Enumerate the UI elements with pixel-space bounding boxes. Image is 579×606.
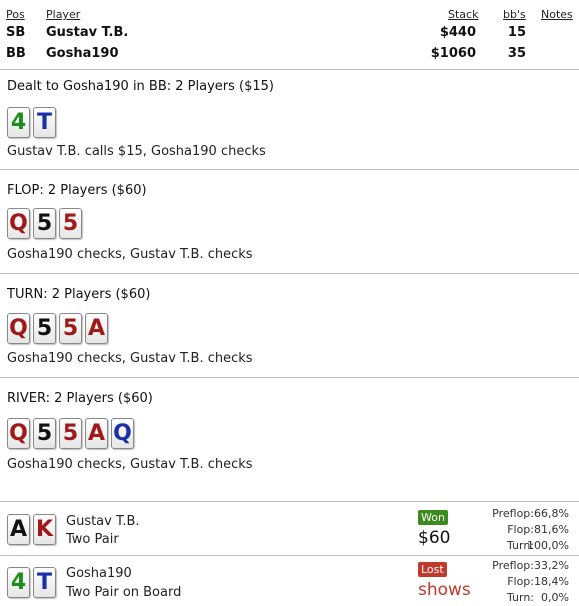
turn-title: TURN: 2 Players ($60): [7, 287, 151, 302]
playing-card: A: [85, 418, 108, 449]
equity-value: 100,0%: [527, 539, 569, 552]
playing-card: K: [33, 514, 56, 545]
river-section: RIVER: 2 Players ($60) Q55AQ Gosha190 ch…: [0, 378, 579, 502]
showdown-row[interactable]: 4T Gosha190 Two Pair on Board Lost shows…: [0, 557, 579, 606]
col-bbs-header[interactable]: bb's: [503, 8, 526, 21]
equity-label: Flop:: [507, 523, 534, 536]
preflop-action: Gustav T.B. calls $15, Gosha190 checks: [7, 144, 266, 159]
playing-card: 5: [33, 313, 56, 344]
playing-card: Q: [111, 418, 134, 449]
flop-action: Gosha190 checks, Gustav T.B. checks: [7, 247, 253, 262]
showdown-player-name: Gustav T.B.: [66, 514, 140, 529]
flop-cards: Q55: [7, 208, 85, 239]
playing-card: 5: [33, 418, 56, 449]
player-row[interactable]: SB Gustav T.B. $440 15: [0, 25, 579, 45]
player-stack: $1060: [430, 46, 476, 61]
playing-card: 4: [7, 567, 30, 598]
playing-card: 5: [59, 313, 82, 344]
playing-card: A: [7, 514, 30, 545]
playing-card: Q: [7, 418, 30, 449]
playing-card: 5: [59, 418, 82, 449]
showdown-row[interactable]: AK Gustav T.B. Two Pair Won $60 Preflop:…: [0, 506, 579, 556]
turn-action: Gosha190 checks, Gustav T.B. checks: [7, 351, 253, 366]
hole-cards: 4T: [7, 107, 59, 138]
col-player-header[interactable]: Player: [46, 8, 80, 21]
result-badge: Won: [418, 510, 448, 525]
showdown-cards: AK: [7, 514, 59, 545]
playing-card: A: [85, 313, 108, 344]
equity-value: 0,0%: [541, 591, 569, 604]
playing-card: Q: [7, 208, 30, 239]
player-bbs: 35: [507, 46, 526, 61]
preflop-title: Dealt to Gosha190 in BB: 2 Players ($15): [7, 79, 275, 94]
showdown-hand: Two Pair on Board: [66, 585, 182, 600]
flop-section: FLOP: 2 Players ($60) Q55 Gosha190 check…: [0, 170, 579, 274]
col-stack-header[interactable]: Stack: [448, 8, 478, 21]
equity-value: 18,4%: [534, 575, 569, 588]
playing-card: 5: [59, 208, 82, 239]
player-stack: $440: [439, 25, 476, 40]
player-bbs: 15: [507, 25, 526, 40]
players-header: Pos Player Stack bb's Notes SB Gustav T.…: [0, 0, 579, 70]
preflop-section: Dealt to Gosha190 in BB: 2 Players ($15)…: [0, 70, 579, 170]
turn-cards: Q55A: [7, 313, 111, 344]
playing-card: 4: [7, 107, 30, 138]
result-badge: Lost: [418, 562, 447, 577]
player-pos: BB: [6, 46, 26, 61]
playing-card: Q: [7, 313, 30, 344]
player-name: Gustav T.B.: [46, 25, 129, 40]
playing-card: 5: [33, 208, 56, 239]
turn-section: TURN: 2 Players ($60) Q55A Gosha190 chec…: [0, 274, 579, 378]
river-action: Gosha190 checks, Gustav T.B. checks: [7, 457, 253, 472]
river-title: RIVER: 2 Players ($60): [7, 391, 153, 406]
result-amount: $60: [418, 528, 451, 548]
equity-label: Preflop:: [492, 507, 534, 520]
playing-card: T: [33, 567, 56, 598]
river-cards: Q55AQ: [7, 418, 137, 449]
equity-label: Flop:: [507, 575, 534, 588]
col-pos-header[interactable]: Pos: [6, 8, 25, 21]
result-amount: shows: [418, 580, 471, 600]
showdown-hand: Two Pair: [66, 532, 119, 547]
showdown-cards: 4T: [7, 567, 59, 598]
flop-title: FLOP: 2 Players ($60): [7, 183, 147, 198]
player-row[interactable]: BB Gosha190 $1060 35: [0, 46, 579, 66]
col-notes-header[interactable]: Notes: [541, 8, 573, 21]
player-name: Gosha190: [46, 46, 119, 61]
playing-card: T: [33, 107, 56, 138]
showdown-player-name: Gosha190: [66, 566, 132, 581]
equity-label: Preflop:: [492, 559, 534, 572]
equity-value: 66,8%: [534, 507, 569, 520]
equity-value: 81,6%: [534, 523, 569, 536]
equity-value: 33,2%: [534, 559, 569, 572]
equity-label: Turn:: [506, 591, 534, 604]
player-pos: SB: [6, 25, 26, 40]
